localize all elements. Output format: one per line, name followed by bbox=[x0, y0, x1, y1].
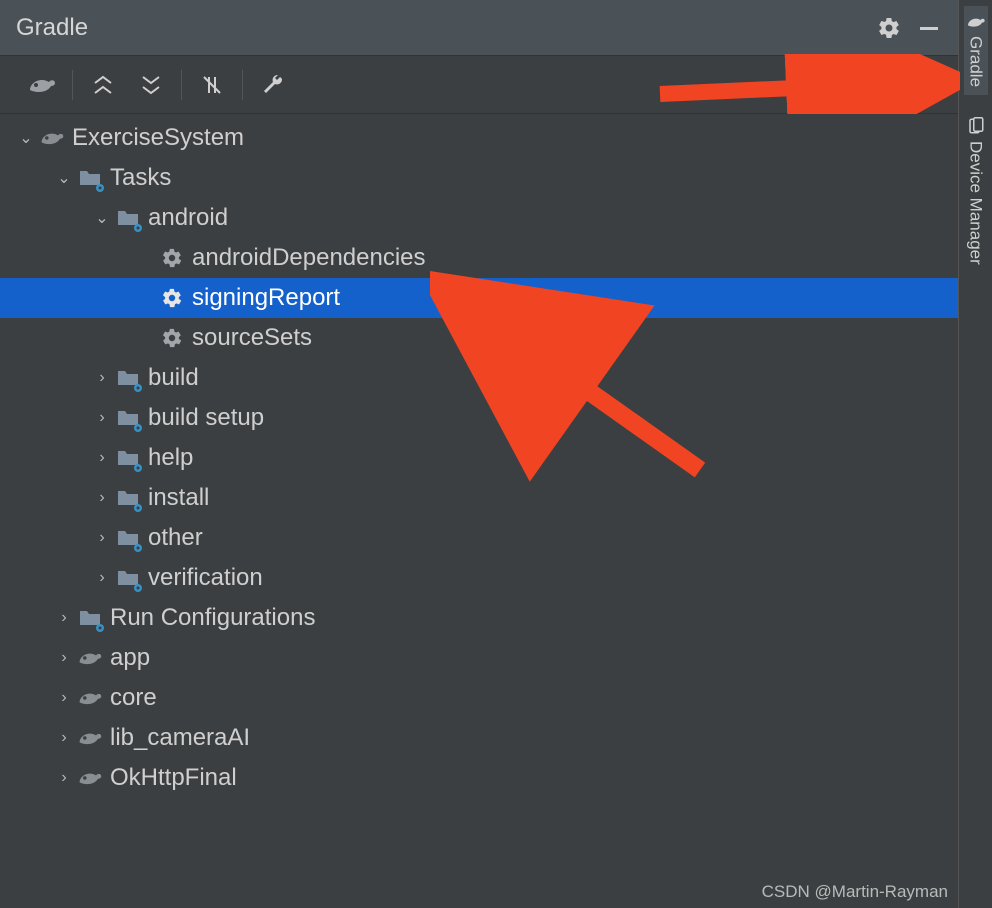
folder-gear-icon bbox=[76, 164, 104, 192]
tree-node-label: app bbox=[110, 644, 150, 672]
chevron-down-icon[interactable]: ⌄ bbox=[16, 128, 36, 148]
rail-tab-gradle[interactable]: Gradle bbox=[964, 6, 988, 95]
chevron-right-icon[interactable]: › bbox=[92, 489, 112, 507]
tree-node-lib-cameraAI[interactable]: › lib_cameraAI bbox=[0, 718, 958, 758]
tree-node-label: build bbox=[148, 364, 199, 392]
task-signingReport[interactable]: signingReport bbox=[0, 278, 958, 318]
expand-all-button[interactable] bbox=[79, 65, 127, 105]
rail-tab-label: Gradle bbox=[966, 36, 986, 87]
chevron-right-icon[interactable]: › bbox=[54, 769, 74, 787]
gear-icon bbox=[158, 324, 186, 352]
tree-node-label: build setup bbox=[148, 404, 264, 432]
tree-node-label: Tasks bbox=[110, 164, 171, 192]
chevron-right-icon[interactable]: › bbox=[92, 369, 112, 387]
tree-node-label: install bbox=[148, 484, 209, 512]
collapse-all-button[interactable] bbox=[127, 65, 175, 105]
chevron-down-icon[interactable]: ⌄ bbox=[54, 168, 74, 188]
tree-node-install[interactable]: › install bbox=[0, 478, 958, 518]
gear-icon bbox=[158, 284, 186, 312]
chevron-right-icon[interactable]: › bbox=[92, 569, 112, 587]
tree-node-label: verification bbox=[148, 564, 263, 592]
folder-gear-icon bbox=[114, 404, 142, 432]
settings-button[interactable] bbox=[876, 15, 902, 41]
chevron-right-icon[interactable]: › bbox=[54, 729, 74, 747]
tree-node-label: other bbox=[148, 524, 203, 552]
rail-tab-label: Device Manager bbox=[966, 141, 986, 265]
separator bbox=[181, 70, 182, 100]
gradle-tree[interactable]: ⌄ ExerciseSystem ⌄ Tasks ⌄ bbox=[0, 114, 958, 908]
chevron-right-icon[interactable]: › bbox=[54, 649, 74, 667]
tree-node-run-configurations[interactable]: › Run Configurations bbox=[0, 598, 958, 638]
task-sourceSets[interactable]: sourceSets bbox=[0, 318, 958, 358]
tree-node-label: core bbox=[110, 684, 157, 712]
tree-node-tasks[interactable]: ⌄ Tasks bbox=[0, 158, 958, 198]
chevron-right-icon[interactable]: › bbox=[92, 409, 112, 427]
gradle-elephant-icon bbox=[76, 764, 104, 792]
gear-icon bbox=[158, 244, 186, 272]
tree-node-okHttpFinal[interactable]: › OkHttpFinal bbox=[0, 758, 958, 798]
panel-title: Gradle bbox=[16, 14, 88, 42]
tree-node-core[interactable]: › core bbox=[0, 678, 958, 718]
folder-gear-icon bbox=[114, 444, 142, 472]
task-label: androidDependencies bbox=[192, 244, 426, 272]
build-tool-settings-button[interactable] bbox=[249, 65, 297, 105]
task-androidDependencies[interactable]: androidDependencies bbox=[0, 238, 958, 278]
folder-gear-icon bbox=[114, 364, 142, 392]
tree-node-other[interactable]: › other bbox=[0, 518, 958, 558]
chevron-down-icon[interactable]: ⌄ bbox=[92, 208, 112, 228]
tree-node-label: ExerciseSystem bbox=[72, 124, 244, 152]
chevron-right-icon[interactable]: › bbox=[54, 689, 74, 707]
folder-gear-icon bbox=[114, 524, 142, 552]
task-label: signingReport bbox=[192, 284, 340, 312]
tree-node-label: Run Configurations bbox=[110, 604, 315, 632]
task-label: sourceSets bbox=[192, 324, 312, 352]
tree-node-android[interactable]: ⌄ android bbox=[0, 198, 958, 238]
tree-node-verification[interactable]: › verification bbox=[0, 558, 958, 598]
tree-node-build[interactable]: › build bbox=[0, 358, 958, 398]
folder-gear-icon bbox=[114, 484, 142, 512]
folder-gear-icon bbox=[76, 604, 104, 632]
tree-node-label: help bbox=[148, 444, 193, 472]
gradle-elephant-icon bbox=[76, 724, 104, 752]
tree-node-app[interactable]: › app bbox=[0, 638, 958, 678]
gradle-elephant-icon bbox=[76, 644, 104, 672]
chevron-right-icon[interactable]: › bbox=[92, 529, 112, 547]
tree-node-label: lib_cameraAI bbox=[110, 724, 250, 752]
tree-node-label: android bbox=[148, 204, 228, 232]
separator bbox=[242, 70, 243, 100]
chevron-right-icon[interactable]: › bbox=[54, 609, 74, 627]
folder-gear-icon bbox=[114, 204, 142, 232]
gradle-toolbar bbox=[0, 56, 958, 114]
chevron-right-icon[interactable]: › bbox=[92, 449, 112, 467]
tree-node-build-setup[interactable]: › build setup bbox=[0, 398, 958, 438]
folder-gear-icon bbox=[114, 564, 142, 592]
tree-node-label: OkHttpFinal bbox=[110, 764, 237, 792]
gradle-elephant-icon bbox=[38, 124, 66, 152]
panel-titlebar: Gradle bbox=[0, 0, 958, 56]
toggle-offline-button[interactable] bbox=[188, 65, 236, 105]
tree-node-help[interactable]: › help bbox=[0, 438, 958, 478]
reload-projects-button[interactable] bbox=[18, 65, 66, 105]
gradle-panel: Gradle bbox=[0, 0, 958, 908]
minimize-button[interactable] bbox=[916, 15, 942, 41]
gradle-elephant-icon bbox=[76, 684, 104, 712]
separator bbox=[72, 70, 73, 100]
rail-tab-device-manager[interactable]: Device Manager bbox=[964, 109, 988, 273]
right-tool-rail: Gradle Device Manager bbox=[958, 0, 992, 908]
tree-node-project-root[interactable]: ⌄ ExerciseSystem bbox=[0, 118, 958, 158]
